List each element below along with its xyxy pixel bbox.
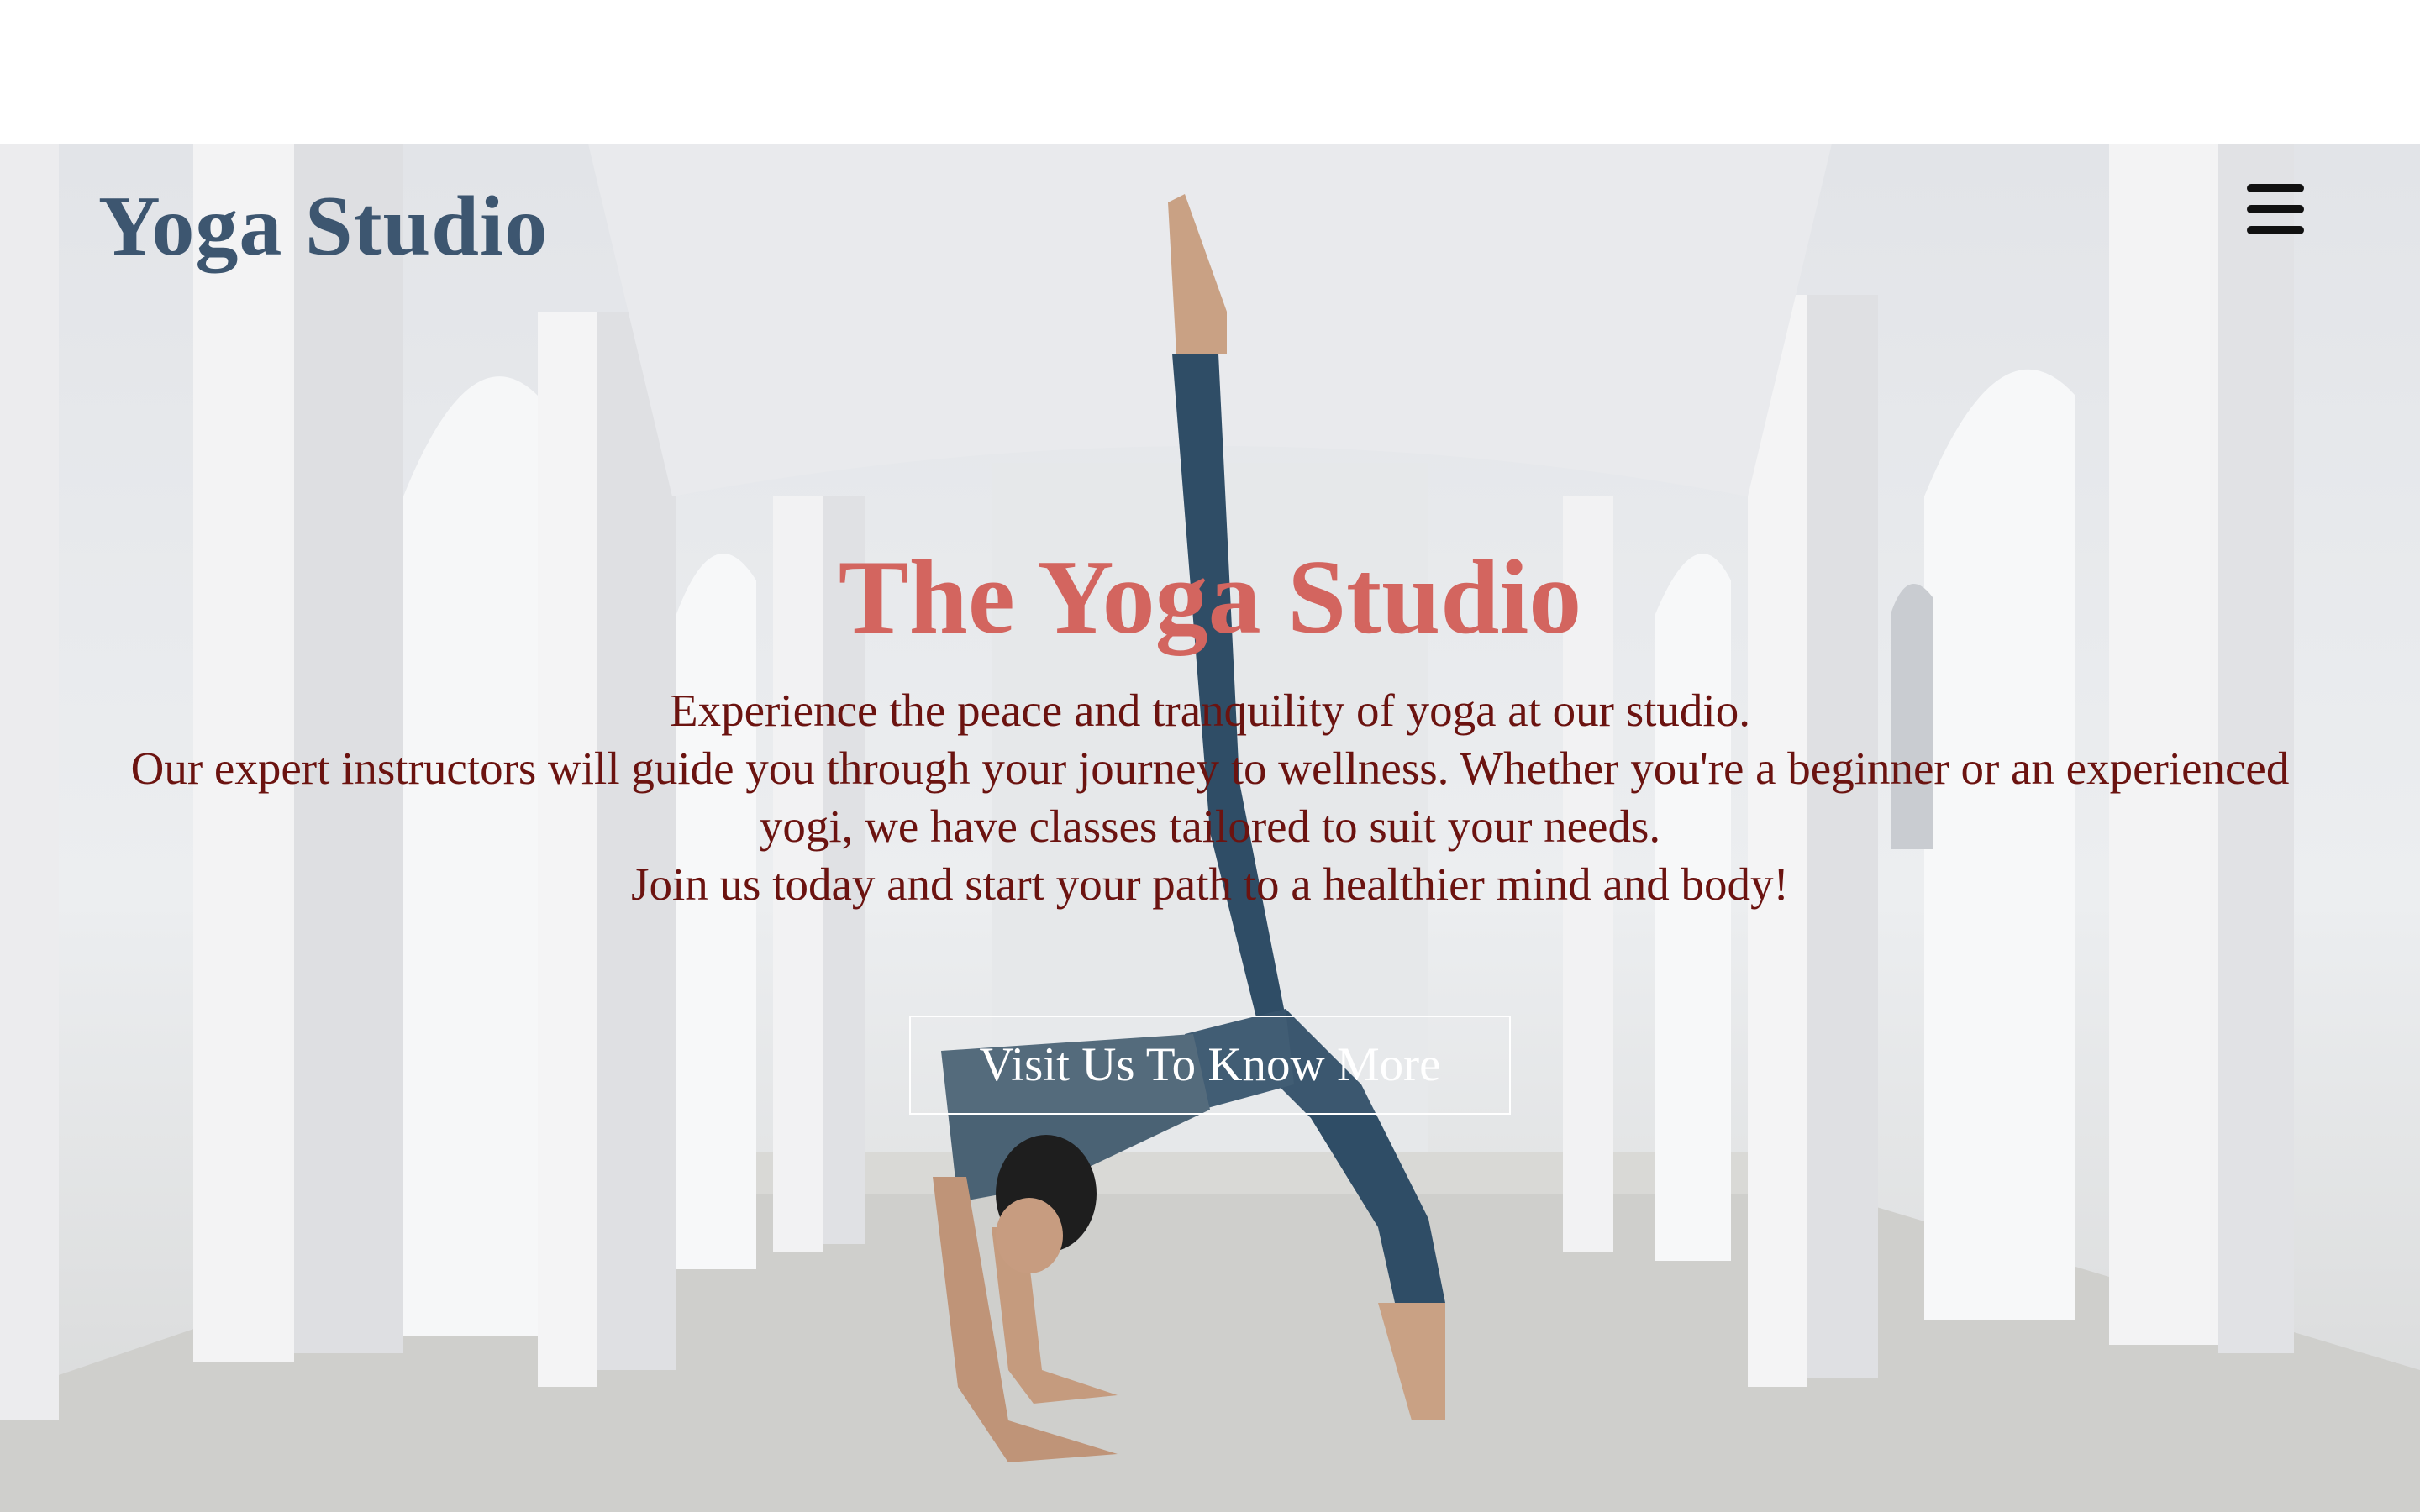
top-blank-area — [0, 0, 2420, 144]
hero-description: Experience the peace and tranquility of … — [118, 681, 2302, 913]
hero-section: Yoga Studio The Yoga Studio Experience t… — [0, 144, 2420, 1512]
menu-bar-line — [2247, 205, 2304, 213]
hero-description-line: Join us today and start your path to a h… — [631, 858, 1789, 910]
hamburger-menu-icon[interactable] — [2244, 181, 2307, 238]
brand-logo-text[interactable]: Yoga Studio — [98, 176, 548, 278]
menu-bar-line — [2247, 226, 2304, 234]
visit-us-button[interactable]: Visit Us To Know More — [909, 1016, 1511, 1115]
hero-description-line: Experience the peace and tranquility of … — [670, 685, 1750, 736]
hero-title: The Yoga Studio — [838, 539, 1582, 656]
hero-description-line: Our expert instructors will guide you th… — [130, 743, 2290, 852]
menu-bar-line — [2247, 184, 2304, 192]
